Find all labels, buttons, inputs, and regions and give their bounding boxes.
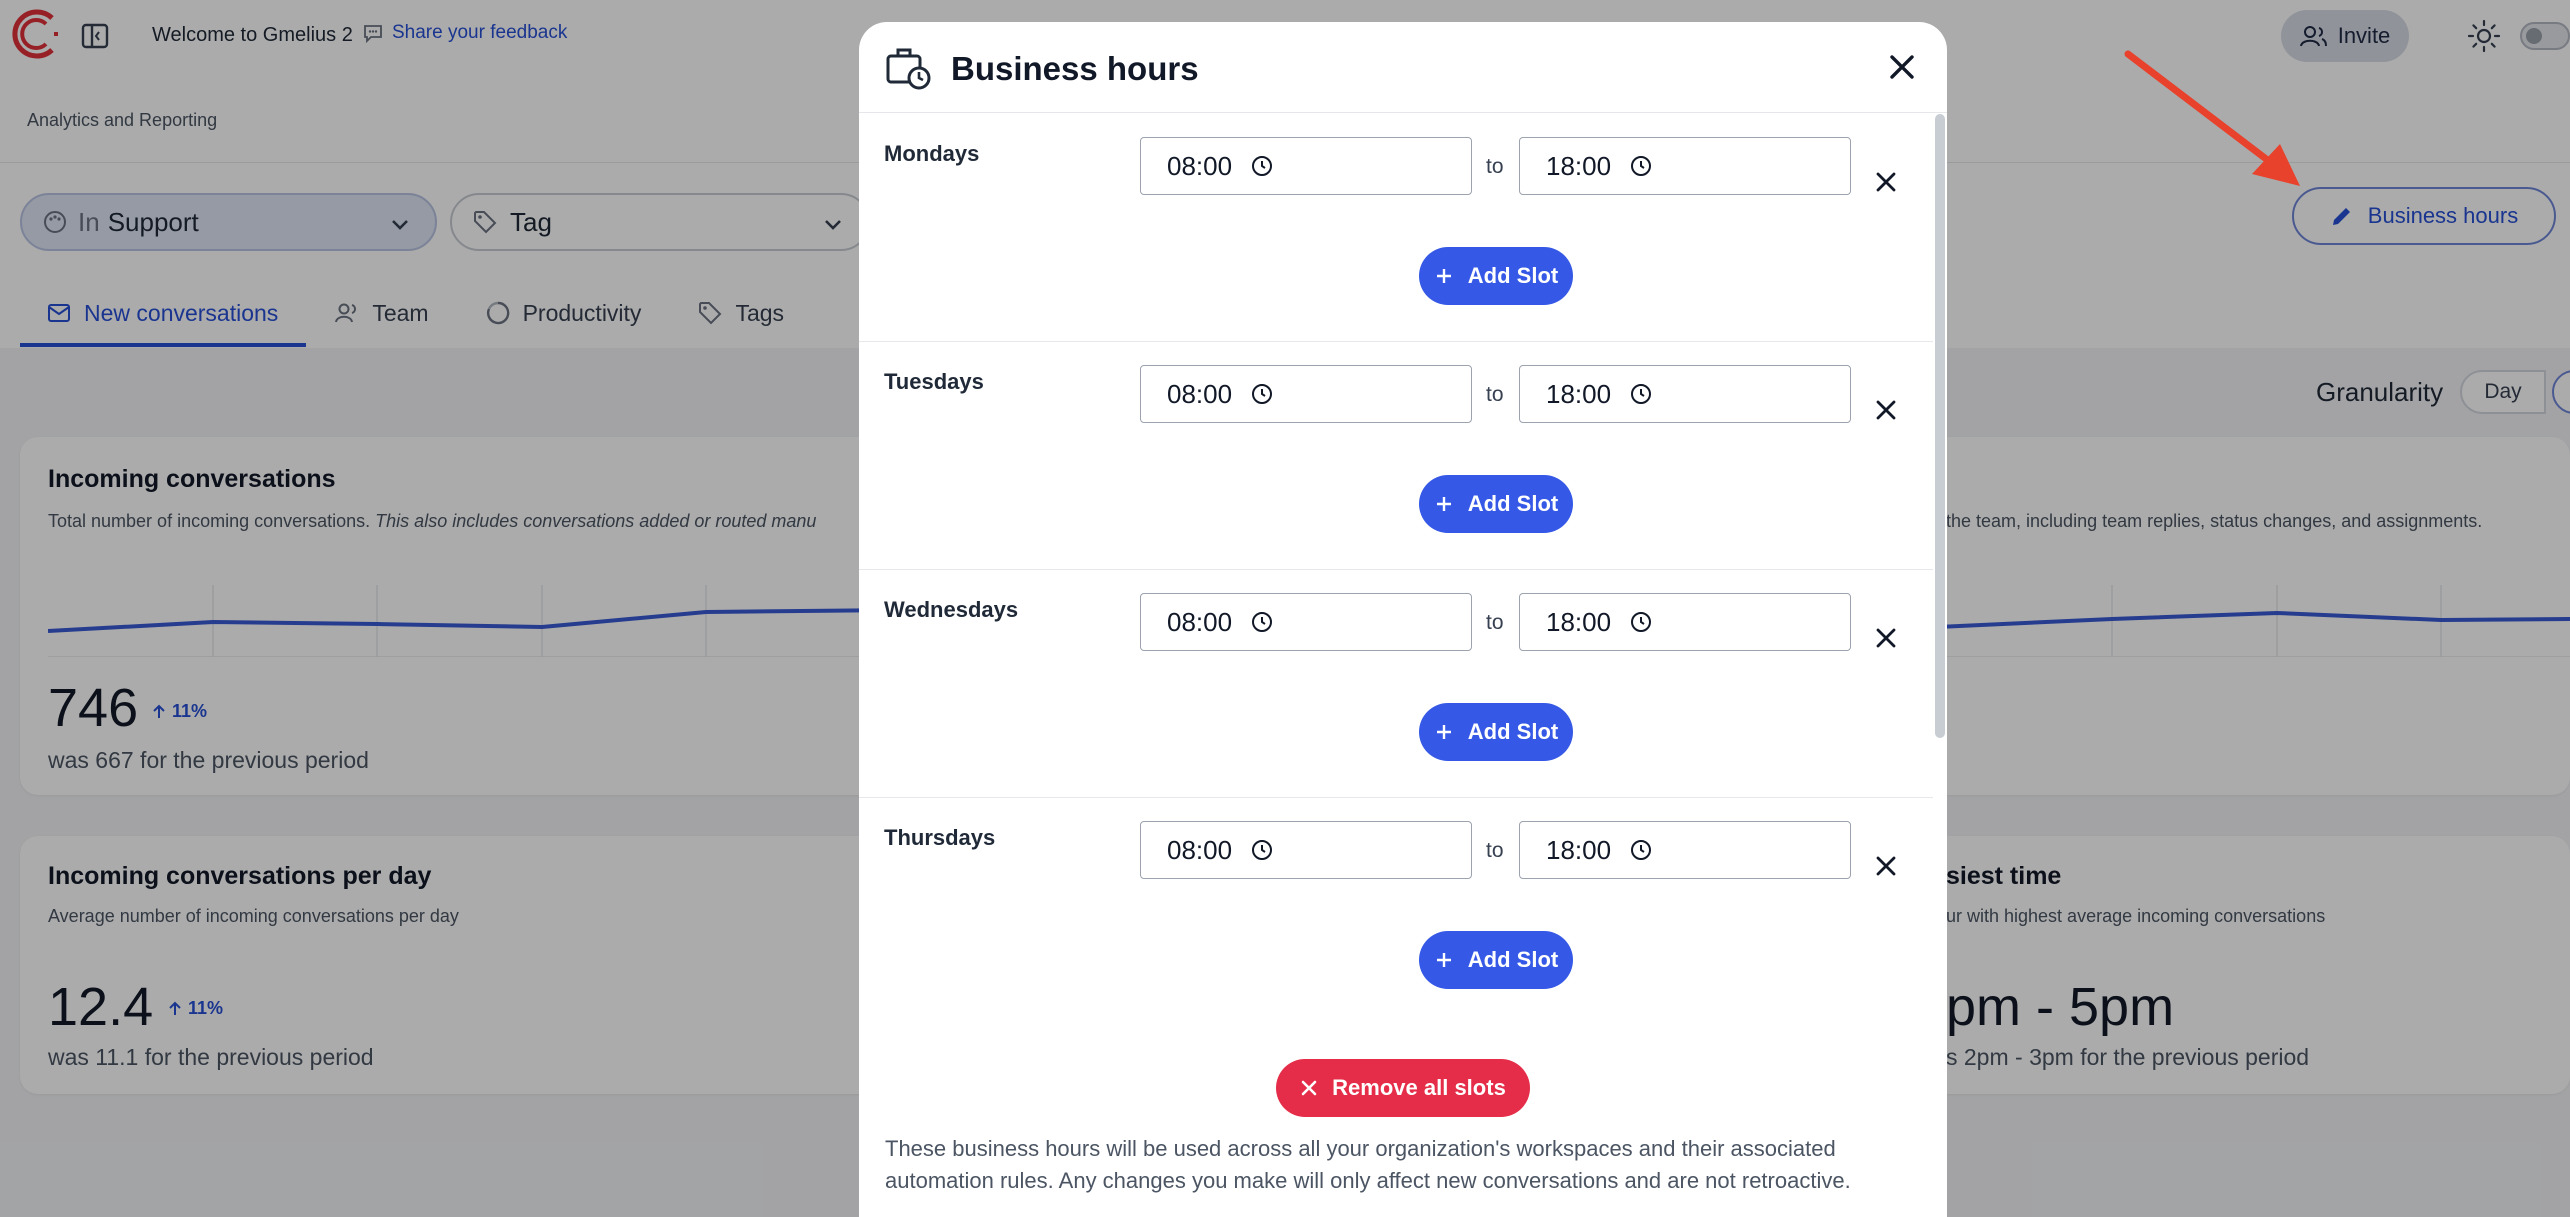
to-label: to — [1486, 611, 1504, 634]
to-label: to — [1486, 839, 1504, 862]
close-icon — [1301, 1080, 1317, 1096]
day-name: Wednesdays — [884, 597, 1019, 622]
start-time-input[interactable]: 08:00 — [1140, 821, 1472, 879]
start-time-value: 08:00 — [1167, 150, 1233, 181]
day-name: Tuesdays — [884, 369, 984, 394]
remove-slot-icon[interactable] — [1873, 397, 1899, 423]
plus-icon — [1436, 953, 1451, 967]
to-label: to — [1486, 155, 1504, 178]
remove-all-slots-button[interactable]: Remove all slots — [1276, 1059, 1530, 1117]
clock-icon[interactable] — [1250, 838, 1274, 862]
modal-footer: Remove all slots These business hours wi… — [859, 1025, 1947, 1217]
add-slot-button[interactable]: Add Slot — [1419, 475, 1573, 533]
clock-icon[interactable] — [1250, 610, 1274, 634]
modal-scrollbar[interactable] — [1935, 114, 1945, 738]
remove-slot-icon[interactable] — [1873, 853, 1899, 879]
add-slot-button[interactable]: Add Slot — [1419, 931, 1573, 989]
plus-icon — [1436, 497, 1451, 511]
add-slot-label: Add Slot — [1467, 719, 1559, 744]
start-time-input[interactable]: 08:00 — [1140, 593, 1472, 651]
clock-icon[interactable] — [1250, 382, 1274, 406]
start-time-input[interactable]: 08:00 — [1140, 137, 1472, 195]
clock-icon[interactable] — [1629, 382, 1653, 406]
day-name: Thursdays — [884, 825, 996, 850]
clock-icon[interactable] — [1250, 154, 1274, 178]
day-row-tuesdays: Tuesdays 08:00 to 18:00 Add Slot — [859, 341, 1933, 570]
end-time-value: 18:00 — [1546, 150, 1612, 181]
remove-slot-icon[interactable] — [1873, 169, 1899, 195]
business-hours-note: These business hours will be used across… — [885, 1136, 1851, 1193]
add-slot-label: Add Slot — [1467, 491, 1559, 516]
analytics-page: Welcome to Gmelius 2 Share your feedback… — [0, 0, 2570, 1217]
end-time-input[interactable]: 18:00 — [1519, 137, 1851, 195]
start-time-input[interactable]: 08:00 — [1140, 365, 1472, 423]
end-time-value: 18:00 — [1546, 834, 1612, 865]
briefcase-clock-icon — [886, 48, 931, 90]
day-row-mondays: Mondays 08:00 to 18:00 Add Slot — [859, 113, 1933, 342]
business-hours-modal: Business hours Mondays 08:00 to 18:00 Ad… — [859, 22, 1947, 1217]
to-label: to — [1486, 383, 1504, 406]
plus-icon — [1436, 269, 1451, 283]
clock-icon[interactable] — [1629, 154, 1653, 178]
start-time-value: 08:00 — [1167, 834, 1233, 865]
start-time-value: 08:00 — [1167, 606, 1233, 637]
add-slot-label: Add Slot — [1467, 263, 1559, 288]
plus-icon — [1436, 725, 1451, 739]
add-slot-label: Add Slot — [1467, 947, 1559, 972]
add-slot-button[interactable]: Add Slot — [1419, 247, 1573, 305]
modal-header: Business hours — [859, 22, 1947, 113]
remove-all-slots-label: Remove all slots — [1332, 1075, 1506, 1100]
day-row-wednesdays: Wednesdays 08:00 to 18:00 Add Slot — [859, 569, 1933, 798]
start-time-value: 08:00 — [1167, 378, 1233, 409]
clock-icon[interactable] — [1629, 610, 1653, 634]
end-time-input[interactable]: 18:00 — [1519, 593, 1851, 651]
day-row-thursdays: Thursdays 08:00 to 18:00 Add Slot — [859, 797, 1933, 1025]
add-slot-button[interactable]: Add Slot — [1419, 703, 1573, 761]
days-scroll-area[interactable]: Mondays 08:00 to 18:00 Add Slot Tuesdays — [859, 113, 1947, 1025]
end-time-value: 18:00 — [1546, 606, 1612, 637]
close-icon[interactable] — [1885, 50, 1919, 84]
annotation-arrow-icon — [2124, 50, 2300, 186]
clock-icon[interactable] — [1629, 838, 1653, 862]
remove-slot-icon[interactable] — [1873, 625, 1899, 651]
end-time-input[interactable]: 18:00 — [1519, 821, 1851, 879]
day-name: Mondays — [884, 141, 980, 166]
end-time-input[interactable]: 18:00 — [1519, 365, 1851, 423]
end-time-value: 18:00 — [1546, 378, 1612, 409]
modal-title: Business hours — [951, 50, 1199, 87]
